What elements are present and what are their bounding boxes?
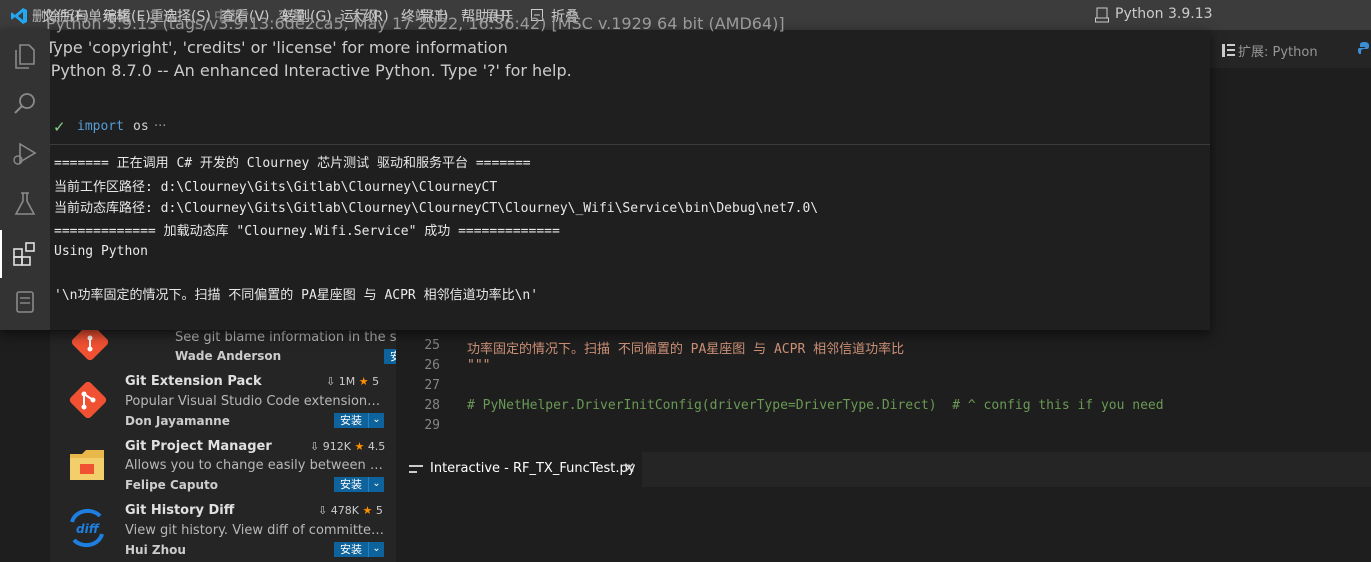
extension-stats: ⇩ 478K ★ 5 <box>318 504 383 517</box>
remote-explorer-icon[interactable] <box>11 288 39 316</box>
extension-item[interactable]: See git blame information in the status … <box>50 323 435 370</box>
search-icon[interactable] <box>11 90 39 118</box>
output-line: 当前工作区路径: d:\Clourney\Gits\Gitlab\Clourne… <box>54 180 498 195</box>
kernel-icon <box>1095 7 1109 23</box>
active-indicator <box>0 230 2 278</box>
star-icon: ★ <box>354 440 365 453</box>
extension-description: Allows you to change easily between git … <box>125 458 385 473</box>
chevron-down-icon[interactable]: ⌄ <box>368 542 384 557</box>
explorer-icon[interactable] <box>11 42 39 70</box>
folder-icon <box>70 450 104 480</box>
line-number: 26 <box>424 358 440 373</box>
run-debug-icon[interactable] <box>11 140 39 168</box>
close-icon[interactable]: ✕ <box>623 459 636 477</box>
code-line[interactable]: 功率固定的情况下。扫描 不同偏置的 PA星座图 与 ACPR 相邻信道功率比 <box>467 338 904 357</box>
install-button[interactable]: 安装 ⌄ <box>334 477 384 492</box>
code-line[interactable]: """ <box>467 358 490 373</box>
output-line: ============= 加载动态库 "Clourney.Wifi.Servi… <box>54 224 560 239</box>
diff-icon: diff <box>70 508 104 548</box>
rating: 5 <box>375 504 383 517</box>
extension-stats: ⇩ 912K ★ 4.5 <box>310 440 385 453</box>
install-button[interactable]: 安装 ⌄ <box>334 413 384 428</box>
cell-keyword: import <box>77 119 124 134</box>
extensions-icon[interactable] <box>11 240 39 268</box>
rating: 5 <box>372 375 380 388</box>
extension-author: Wade Anderson <box>175 349 282 363</box>
svg-text:diff: diff <box>76 522 100 536</box>
extensions-tab-icon <box>1222 42 1235 57</box>
python-file-icon <box>1358 41 1371 55</box>
extension-name: Git Project Manager <box>125 439 272 454</box>
tab-interactive[interactable]: Interactive - RF_TX_FuncTest.py ✕ <box>396 452 642 487</box>
editor-tabs-right: 扩展: Python <box>1210 30 1371 68</box>
rating: 4.5 <box>367 440 386 453</box>
interactive-window-icon <box>409 462 423 476</box>
install-label: 安装 <box>340 478 362 491</box>
extension-description: View git history. View diff of committed… <box>125 523 385 538</box>
cell-module: os <box>133 119 149 134</box>
line-number: 27 <box>424 378 440 393</box>
extension-author: Hui Zhou <box>125 543 186 557</box>
output-line: Using Python <box>54 244 148 259</box>
extension-description: Popular Visual Studio Code extensions fo… <box>125 394 385 409</box>
install-label: 安装 <box>340 543 362 556</box>
extension-name: Git History Diff <box>125 503 235 518</box>
chevron-down-icon[interactable]: ⌄ <box>368 413 384 428</box>
license-line: Type 'copyright', 'credits' or 'license'… <box>46 38 508 57</box>
line-number: 29 <box>424 418 440 433</box>
install-label: 安装 <box>340 414 362 427</box>
line-number: 28 <box>424 398 440 413</box>
code-line[interactable]: # PyNetHelper.DriverInitConfig(driverTyp… <box>467 398 1164 413</box>
output-line: '\n功率固定的情况下。扫描 不同偏置的 PA星座图 与 ACPR 相邻信道功率… <box>54 288 539 303</box>
line-number: 25 <box>424 338 440 353</box>
extension-stats: ⇩ 1M ★ 5 <box>326 375 379 388</box>
output-line: ======= 正在调用 C# 开发的 Clourney 芯片测试 驱动和服务平… <box>54 156 531 171</box>
kernel-selector[interactable]: Python 3.9.13 <box>1115 6 1213 22</box>
chevron-down-icon[interactable]: ⌄ <box>368 477 384 492</box>
star-icon: ★ <box>362 504 373 517</box>
interactive-output-popup: Python 3.9.13 (tags/v3.9.13:6de2ca5, May… <box>0 14 1210 330</box>
download-count: 478K <box>330 504 359 517</box>
install-button[interactable]: 安装 ⌄ <box>334 542 384 557</box>
testing-icon[interactable] <box>11 190 39 218</box>
download-count: 912K <box>322 440 351 453</box>
tab-label: Interactive - RF_TX_FuncTest.py <box>430 461 636 476</box>
git-icon <box>69 381 107 419</box>
ipython-line: IPython 8.7.0 -- An enhanced Interactive… <box>46 61 572 80</box>
activity-bar <box>0 30 50 330</box>
download-icon: ⇩ <box>310 440 320 453</box>
check-icon: ✓ <box>53 118 66 136</box>
output-line: 当前动态库路径: d:\Clourney\Gits\Gitlab\Clourne… <box>54 201 819 216</box>
tab-extension-python[interactable]: 扩展: Python <box>1238 41 1318 60</box>
extension-author: Felipe Caputo <box>125 478 218 492</box>
download-count: 1M <box>338 375 356 388</box>
python-version-line: Python 3.9.13 (tags/v3.9.13:6de2ca5, May… <box>46 14 785 33</box>
download-icon: ⇩ <box>326 375 336 388</box>
cell-divider <box>50 144 1210 145</box>
extension-author: Don Jayamanne <box>125 414 230 428</box>
star-icon: ★ <box>358 375 369 388</box>
download-icon: ⇩ <box>318 504 328 517</box>
vscode-logo-icon <box>11 8 27 24</box>
extension-name: Git Extension Pack <box>125 374 262 389</box>
cell-collapsed-ellipsis[interactable]: ··· <box>154 119 166 134</box>
